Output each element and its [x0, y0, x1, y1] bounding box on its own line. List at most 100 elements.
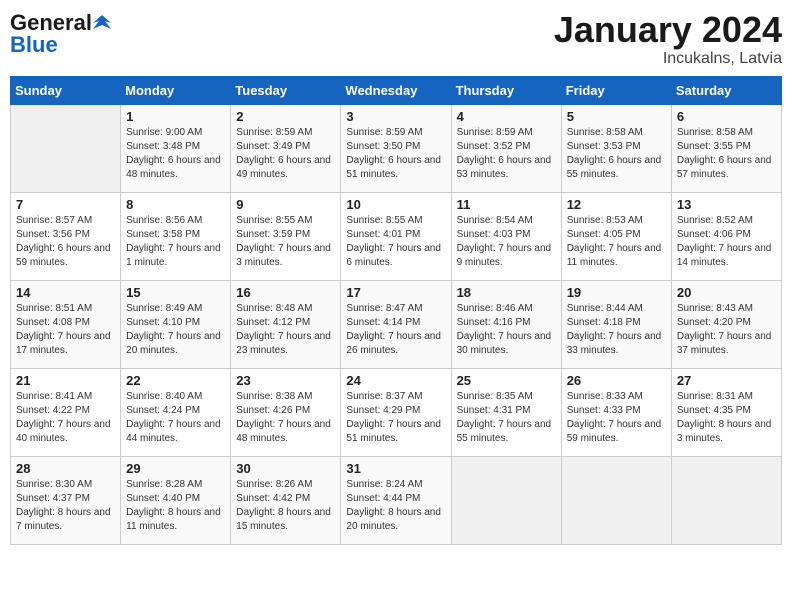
day-number: 18 [457, 285, 556, 300]
day-number: 2 [236, 109, 335, 124]
day-number: 27 [677, 373, 776, 388]
col-header-saturday: Saturday [671, 76, 781, 104]
calendar-cell [11, 104, 121, 192]
location: Incukalns, Latvia [554, 50, 782, 68]
calendar-cell: 18 Sunrise: 8:46 AMSunset: 4:16 PMDayligh… [451, 280, 561, 368]
calendar-cell [561, 456, 671, 544]
col-header-monday: Monday [121, 76, 231, 104]
calendar-cell: 28 Sunrise: 8:30 AMSunset: 4:37 PMDayligh… [11, 456, 121, 544]
calendar-week-row: 14 Sunrise: 8:51 AMSunset: 4:08 PMDayligh… [11, 280, 782, 368]
calendar-cell: 9 Sunrise: 8:55 AMSunset: 3:59 PMDaylight… [231, 192, 341, 280]
day-info: Sunrise: 8:46 AMSunset: 4:16 PMDaylight:… [457, 302, 556, 358]
calendar-cell: 5 Sunrise: 8:58 AMSunset: 3:53 PMDaylight… [561, 104, 671, 192]
day-number: 13 [677, 197, 776, 212]
calendar-cell: 23 Sunrise: 8:38 AMSunset: 4:26 PMDayligh… [231, 368, 341, 456]
day-number: 16 [236, 285, 335, 300]
col-header-friday: Friday [561, 76, 671, 104]
logo-bird-icon [93, 15, 111, 29]
day-info: Sunrise: 8:48 AMSunset: 4:12 PMDaylight:… [236, 302, 335, 358]
day-info: Sunrise: 8:40 AMSunset: 4:24 PMDaylight:… [126, 390, 225, 446]
day-number: 31 [346, 461, 445, 476]
calendar-cell: 12Sunrise: 8:53 AMSunset: 4:05 PMDayligh… [561, 192, 671, 280]
day-info: Sunrise: 8:57 AMSunset: 3:56 PMDaylight:… [16, 214, 115, 270]
calendar-cell: 21 Sunrise: 8:41 AMSunset: 4:22 PMDayligh… [11, 368, 121, 456]
day-number: 17 [346, 285, 445, 300]
day-info: Sunrise: 8:51 AMSunset: 4:08 PMDaylight:… [16, 302, 115, 358]
calendar-cell: 8Sunrise: 8:56 AMSunset: 3:58 PMDaylight… [121, 192, 231, 280]
day-info: Sunrise: 8:55 AMSunset: 3:59 PMDaylight:… [236, 214, 335, 270]
day-info: Sunrise: 8:43 AMSunset: 4:20 PMDaylight:… [677, 302, 776, 358]
day-number: 12 [567, 197, 666, 212]
col-header-tuesday: Tuesday [231, 76, 341, 104]
calendar-cell: 2 Sunrise: 8:59 AMSunset: 3:49 PMDaylight… [231, 104, 341, 192]
logo: General Blue [10, 10, 111, 58]
calendar-header-row: SundayMondayTuesdayWednesdayThursdayFrid… [11, 76, 782, 104]
day-info: Sunrise: 8:58 AMSunset: 3:55 PMDaylight:… [677, 126, 776, 182]
day-number: 22 [126, 373, 225, 388]
day-info: Sunrise: 8:59 AMSunset: 3:52 PMDaylight:… [457, 126, 556, 182]
calendar-cell: 10 Sunrise: 8:55 AMSunset: 4:01 PMDayligh… [341, 192, 451, 280]
calendar-cell [451, 456, 561, 544]
day-number: 1 [126, 109, 225, 124]
page-header: General Blue January 2024 Incukalns, Lat… [10, 10, 782, 68]
calendar-cell: 11 Sunrise: 8:54 AMSunset: 4:03 PMDayligh… [451, 192, 561, 280]
calendar-cell: 31Sunrise: 8:24 AMSunset: 4:44 PMDayligh… [341, 456, 451, 544]
month-title: January 2024 [554, 10, 782, 50]
calendar-week-row: 21 Sunrise: 8:41 AMSunset: 4:22 PMDayligh… [11, 368, 782, 456]
day-info: Sunrise: 8:49 AMSunset: 4:10 PMDaylight:… [126, 302, 225, 358]
day-number: 24 [346, 373, 445, 388]
day-number: 26 [567, 373, 666, 388]
day-info: Sunrise: 8:30 AMSunset: 4:37 PMDaylight:… [16, 478, 115, 534]
logo-blue: Blue [10, 32, 58, 58]
day-info: Sunrise: 8:55 AMSunset: 4:01 PMDaylight:… [346, 214, 445, 270]
day-info: Sunrise: 8:35 AMSunset: 4:31 PMDaylight:… [457, 390, 556, 446]
col-header-sunday: Sunday [11, 76, 121, 104]
day-info: Sunrise: 8:31 AMSunset: 4:35 PMDaylight:… [677, 390, 776, 446]
calendar-cell [671, 456, 781, 544]
col-header-thursday: Thursday [451, 76, 561, 104]
calendar-cell: 25 Sunrise: 8:35 AMSunset: 4:31 PMDayligh… [451, 368, 561, 456]
calendar-cell: 26Sunrise: 8:33 AMSunset: 4:33 PMDayligh… [561, 368, 671, 456]
calendar-cell: 7 Sunrise: 8:57 AMSunset: 3:56 PMDaylight… [11, 192, 121, 280]
calendar-week-row: 7 Sunrise: 8:57 AMSunset: 3:56 PMDaylight… [11, 192, 782, 280]
calendar-week-row: 1Sunrise: 9:00 AMSunset: 3:48 PMDaylight… [11, 104, 782, 192]
day-info: Sunrise: 8:26 AMSunset: 4:42 PMDaylight:… [236, 478, 335, 534]
calendar-cell: 1Sunrise: 9:00 AMSunset: 3:48 PMDaylight… [121, 104, 231, 192]
day-number: 20 [677, 285, 776, 300]
calendar-cell: 27 Sunrise: 8:31 AMSunset: 4:35 PMDayligh… [671, 368, 781, 456]
day-info: Sunrise: 8:28 AMSunset: 4:40 PMDaylight:… [126, 478, 225, 534]
title-area: January 2024 Incukalns, Latvia [554, 10, 782, 68]
day-number: 9 [236, 197, 335, 212]
day-info: Sunrise: 8:47 AMSunset: 4:14 PMDaylight:… [346, 302, 445, 358]
day-number: 7 [16, 197, 115, 212]
day-info: Sunrise: 8:41 AMSunset: 4:22 PMDaylight:… [16, 390, 115, 446]
calendar-cell: 14 Sunrise: 8:51 AMSunset: 4:08 PMDayligh… [11, 280, 121, 368]
day-number: 25 [457, 373, 556, 388]
calendar-cell: 6Sunrise: 8:58 AMSunset: 3:55 PMDaylight… [671, 104, 781, 192]
day-number: 3 [346, 109, 445, 124]
calendar-cell: 30 Sunrise: 8:26 AMSunset: 4:42 PMDayligh… [231, 456, 341, 544]
day-info: Sunrise: 8:44 AMSunset: 4:18 PMDaylight:… [567, 302, 666, 358]
day-info: Sunrise: 8:37 AMSunset: 4:29 PMDaylight:… [346, 390, 445, 446]
day-number: 11 [457, 197, 556, 212]
day-number: 5 [567, 109, 666, 124]
day-number: 10 [346, 197, 445, 212]
calendar-cell: 22 Sunrise: 8:40 AMSunset: 4:24 PMDayligh… [121, 368, 231, 456]
day-info: Sunrise: 8:54 AMSunset: 4:03 PMDaylight:… [457, 214, 556, 270]
day-number: 23 [236, 373, 335, 388]
calendar-cell: 17 Sunrise: 8:47 AMSunset: 4:14 PMDayligh… [341, 280, 451, 368]
day-number: 28 [16, 461, 115, 476]
day-number: 30 [236, 461, 335, 476]
day-number: 4 [457, 109, 556, 124]
day-info: Sunrise: 8:38 AMSunset: 4:26 PMDaylight:… [236, 390, 335, 446]
day-info: Sunrise: 8:52 AMSunset: 4:06 PMDaylight:… [677, 214, 776, 270]
day-info: Sunrise: 8:59 AMSunset: 3:50 PMDaylight:… [346, 126, 445, 182]
calendar-cell: 20 Sunrise: 8:43 AMSunset: 4:20 PMDayligh… [671, 280, 781, 368]
day-info: Sunrise: 8:58 AMSunset: 3:53 PMDaylight:… [567, 126, 666, 182]
day-number: 21 [16, 373, 115, 388]
day-number: 14 [16, 285, 115, 300]
calendar-cell: 19Sunrise: 8:44 AMSunset: 4:18 PMDayligh… [561, 280, 671, 368]
calendar-cell: 3 Sunrise: 8:59 AMSunset: 3:50 PMDaylight… [341, 104, 451, 192]
day-info: Sunrise: 8:59 AMSunset: 3:49 PMDaylight:… [236, 126, 335, 182]
day-info: Sunrise: 8:56 AMSunset: 3:58 PMDaylight:… [126, 214, 225, 270]
